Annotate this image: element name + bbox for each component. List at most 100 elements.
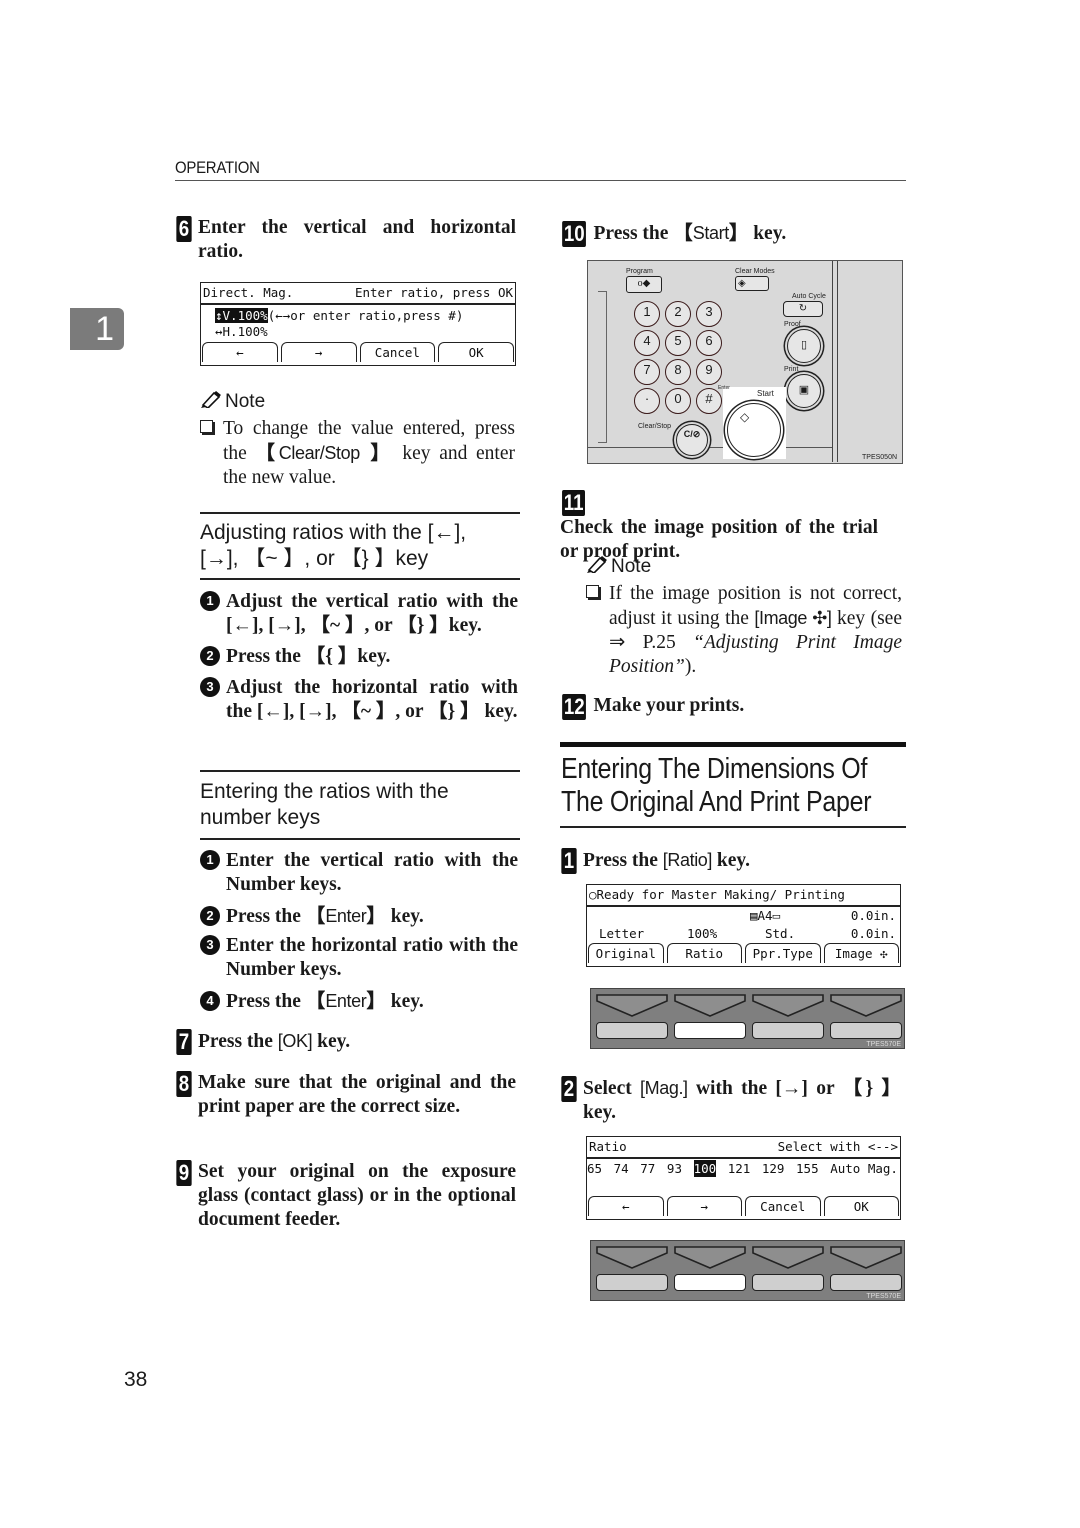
- substep-2: 2 Press the 【Enter】 key.: [200, 904, 520, 929]
- subsection-rule: [200, 578, 520, 580]
- softkey-button-1[interactable]: [596, 1022, 668, 1039]
- position-value-1: 0.0in.: [850, 908, 896, 923]
- clear-modes-icon: ◈: [738, 278, 746, 289]
- ratio-option[interactable]: 155: [796, 1160, 819, 1177]
- lcd-ok-button[interactable]: OK: [438, 342, 514, 362]
- proof-key[interactable]: ▯: [787, 329, 821, 363]
- subsection-rule: [200, 838, 520, 840]
- original-size: Letter: [599, 926, 645, 941]
- start-key[interactable]: ◇: [727, 403, 781, 457]
- ratio-option[interactable]: 93: [667, 1160, 682, 1177]
- number-key-1[interactable]: 1: [634, 301, 660, 327]
- subsection-title-arrow-keys: Adjusting ratios with the [←], [→], 【~ 】…: [200, 521, 467, 570]
- softkey-arrow-icon: [674, 1246, 746, 1269]
- vertical-ratio-value[interactable]: ↕V.100%: [215, 308, 268, 323]
- number-key-3[interactable]: 3: [696, 301, 722, 327]
- ratio-option[interactable]: 121: [728, 1160, 751, 1177]
- number-key-4[interactable]: 4: [634, 330, 660, 356]
- lcd-left-button[interactable]: ←: [588, 1196, 664, 1216]
- note-heading: Note: [200, 390, 265, 413]
- substep-3: 3 Enter the horizontal ratio with the Num…: [200, 934, 520, 982]
- section-title: Entering The Dimensions Of The Original …: [561, 753, 872, 818]
- figure-code: TPES570E: [866, 1041, 901, 1048]
- lcd-title-left: Direct. Mag.: [203, 285, 294, 300]
- softkey-button-3[interactable]: [752, 1274, 824, 1291]
- print-key[interactable]: ▣: [787, 374, 821, 408]
- lcd-original-button[interactable]: Original: [588, 943, 664, 963]
- step-6: 6 Enter the vertical and horizontal ratio…: [175, 216, 520, 264]
- key-right: 【} 】: [842, 1078, 901, 1099]
- number-key-2[interactable]: 2: [665, 301, 691, 327]
- figure-code: TPES050N: [862, 454, 898, 461]
- clear-modes-key[interactable]: ◈: [735, 276, 769, 291]
- ratio-option[interactable]: 100: [693, 1160, 717, 1177]
- key-ok: [OK]: [277, 1031, 313, 1051]
- page-number: 38: [124, 1368, 148, 1391]
- substep-1: 1 Enter the vertical ratio with the Numbe…: [200, 849, 520, 897]
- ratio-option[interactable]: 77: [640, 1160, 655, 1177]
- number-key-9[interactable]: 9: [696, 359, 722, 385]
- ratio-option[interactable]: 129: [762, 1160, 785, 1177]
- program-key[interactable]: o◆: [626, 276, 662, 293]
- step-8: 8 Make sure that the original and the pri…: [175, 1071, 520, 1119]
- lcd-right-button[interactable]: →: [280, 342, 357, 362]
- number-key-dot[interactable]: ·: [634, 388, 660, 414]
- checkbox-bullet-icon: [200, 420, 213, 433]
- softkey-button-3[interactable]: [752, 1022, 824, 1039]
- number-key-hash[interactable]: #: [696, 388, 722, 414]
- number-key-8[interactable]: 8: [665, 359, 691, 385]
- softkey-panel: TPES570E: [590, 1240, 905, 1301]
- softkey-button-4[interactable]: [830, 1274, 902, 1291]
- softkey-arrow-icon: [596, 1246, 668, 1269]
- key-enter: Enter: [325, 906, 367, 926]
- auto-cycle-key[interactable]: ↻: [783, 301, 823, 317]
- lcd-status: ○Ready for Master Making/ Printing: [587, 885, 900, 907]
- lcd-hint: (←→or enter ratio,press #): [267, 308, 464, 323]
- softkey-panel: TPES570E: [590, 988, 905, 1049]
- lcd-cancel-button[interactable]: Cancel: [359, 342, 436, 362]
- ratio-option[interactable]: 65: [587, 1160, 602, 1177]
- note-heading: Note: [586, 555, 651, 578]
- key-clear-stop: Clear/Stop: [278, 443, 360, 463]
- lcd-ok-button[interactable]: OK: [823, 1196, 899, 1216]
- auto-cycle-icon: ↻: [798, 303, 808, 314]
- softkey-arrow-icon: [830, 1246, 902, 1269]
- softkey-button-2[interactable]: [674, 1274, 746, 1291]
- step-a1: 1 Press the [Ratio] key.: [560, 848, 905, 874]
- softkey-arrow-icon: [830, 994, 902, 1017]
- ratio-option[interactable]: 74: [614, 1160, 629, 1177]
- lcd-cancel-button[interactable]: Cancel: [745, 1196, 821, 1216]
- subsection-title-number-keys: Entering the ratios with the number keys: [200, 780, 449, 829]
- step-text: Enter the vertical and horizontal ratio.: [198, 217, 516, 262]
- softkey-arrow-icon: [674, 994, 746, 1017]
- number-key-6[interactable]: 6: [696, 330, 722, 356]
- lcd-ratio-button[interactable]: Ratio: [666, 943, 742, 963]
- lcd-direct-mag: Direct. Mag. Enter ratio, press OK ↕V.10…: [200, 282, 516, 366]
- pencil-icon: [587, 556, 607, 573]
- lcd-image-button[interactable]: Image ✣: [823, 943, 899, 963]
- number-key-7[interactable]: 7: [634, 359, 660, 385]
- softkey-button-4[interactable]: [830, 1022, 902, 1039]
- lcd-right-button[interactable]: →: [666, 1196, 742, 1216]
- ratio-option[interactable]: Auto Mag.: [830, 1160, 898, 1177]
- start-icon: ◇: [740, 410, 750, 424]
- number-key-0[interactable]: 0: [665, 388, 691, 414]
- panel-divider: [832, 261, 838, 462]
- horizontal-ratio-value[interactable]: ↔H.100%: [201, 324, 515, 340]
- print-icon: ▣: [798, 384, 810, 396]
- lcd-left-button[interactable]: ←: [202, 342, 278, 362]
- number-key-5[interactable]: 5: [665, 330, 691, 356]
- clear-stop-key[interactable]: C/⊘: [676, 424, 708, 456]
- lcd-softkey-row: ← → Cancel OK: [201, 342, 515, 362]
- softkey-button-1[interactable]: [596, 1274, 668, 1291]
- step-9: 9 Set your original on the exposure glass…: [175, 1160, 520, 1232]
- softkey-arrow-icon: [752, 1246, 824, 1269]
- running-head: OPERATION: [175, 158, 260, 177]
- lcd-ready-screen: ○Ready for Master Making/ Printing ▤A4▭ …: [586, 884, 901, 967]
- substep-4: 4 Press the 【Enter】 key.: [200, 989, 520, 1014]
- section-rule-top: [560, 742, 906, 747]
- lcd-paper-type-button[interactable]: Ppr.Type: [745, 943, 821, 963]
- softkey-button-2[interactable]: [674, 1022, 746, 1039]
- key-enter: Enter: [325, 991, 367, 1011]
- program-icon: o◆: [637, 278, 651, 289]
